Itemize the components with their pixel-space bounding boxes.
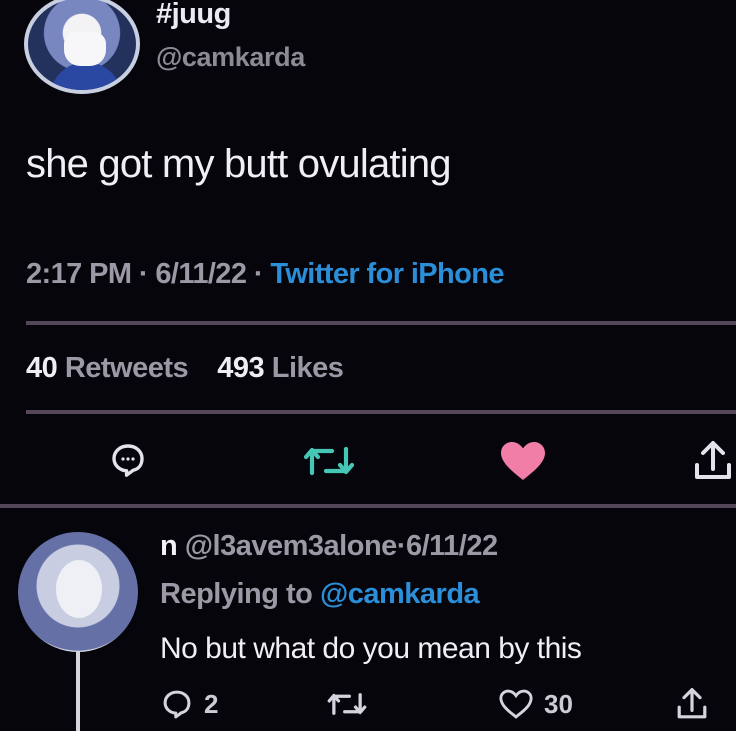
tweet-source[interactable]: Twitter for iPhone (270, 258, 504, 290)
tweet-text: she got my butt ovulating (26, 142, 452, 186)
tweet-stats: 40 Retweets 493 Likes (26, 352, 344, 385)
reply-retweet-button[interactable] (326, 684, 368, 724)
share-icon (677, 688, 707, 719)
heart-icon (501, 442, 545, 480)
reply-icon (112, 444, 144, 477)
tweet-time: 2:17 PM (26, 258, 132, 290)
author-avatar[interactable] (24, 0, 140, 94)
replying-to-mention[interactable]: @camkarda (320, 578, 480, 610)
avatar-mask (64, 32, 106, 66)
retweet-button[interactable] (294, 434, 364, 488)
author-handle[interactable]: @camkarda (156, 42, 305, 73)
retweets-label[interactable]: Retweets (65, 352, 189, 384)
reply-like-button[interactable]: 30 (498, 684, 573, 724)
divider (0, 504, 736, 508)
reply-reply-button[interactable]: 2 (160, 684, 218, 724)
reply-button[interactable] (102, 436, 154, 484)
reply-text: No but what do you mean by this (160, 632, 582, 665)
reply-display-name[interactable]: n (160, 530, 178, 562)
heart-icon (499, 689, 533, 719)
tweet-date: 6/11/22 (155, 258, 247, 290)
retweets-count[interactable]: 40 (26, 352, 58, 384)
thread-line (76, 652, 80, 731)
replying-to-label: Replying to (160, 578, 313, 610)
retweet-icon (303, 446, 355, 476)
reply-date[interactable]: 6/11/22 (406, 530, 498, 562)
divider (26, 321, 736, 325)
reply-like-count: 30 (544, 688, 573, 719)
share-button[interactable] (690, 436, 736, 486)
retweet-icon (327, 693, 367, 715)
tweet-meta: 2:17 PM · 6/11/22 · Twitter for iPhone (26, 258, 505, 291)
reply-icon (163, 690, 191, 719)
reply-separator: · (396, 530, 407, 562)
avatar-shoulders (50, 62, 122, 90)
reply-count: 2 (204, 688, 219, 719)
author-display-name[interactable]: #juug (156, 0, 231, 31)
tweet-screen: #juug @camkarda she got my butt ovulatin… (0, 0, 736, 731)
reply-handle[interactable]: @l3avem3alone (185, 530, 398, 562)
replying-to: Replying to @camkarda (160, 578, 480, 611)
reply-action-row: 2 30 (160, 684, 720, 724)
reply-header: n @l3avem3alone·6/11/22 (160, 530, 498, 563)
likes-label[interactable]: Likes (272, 352, 344, 384)
meta-separator: · (253, 258, 264, 290)
meta-separator: · (138, 258, 149, 290)
reply-author-avatar[interactable] (18, 532, 138, 652)
like-button[interactable] (492, 434, 554, 488)
reply-share-button[interactable] (676, 684, 708, 724)
likes-count[interactable]: 493 (217, 352, 264, 384)
divider (26, 410, 736, 414)
share-icon (695, 441, 731, 479)
avatar-face (56, 560, 102, 618)
